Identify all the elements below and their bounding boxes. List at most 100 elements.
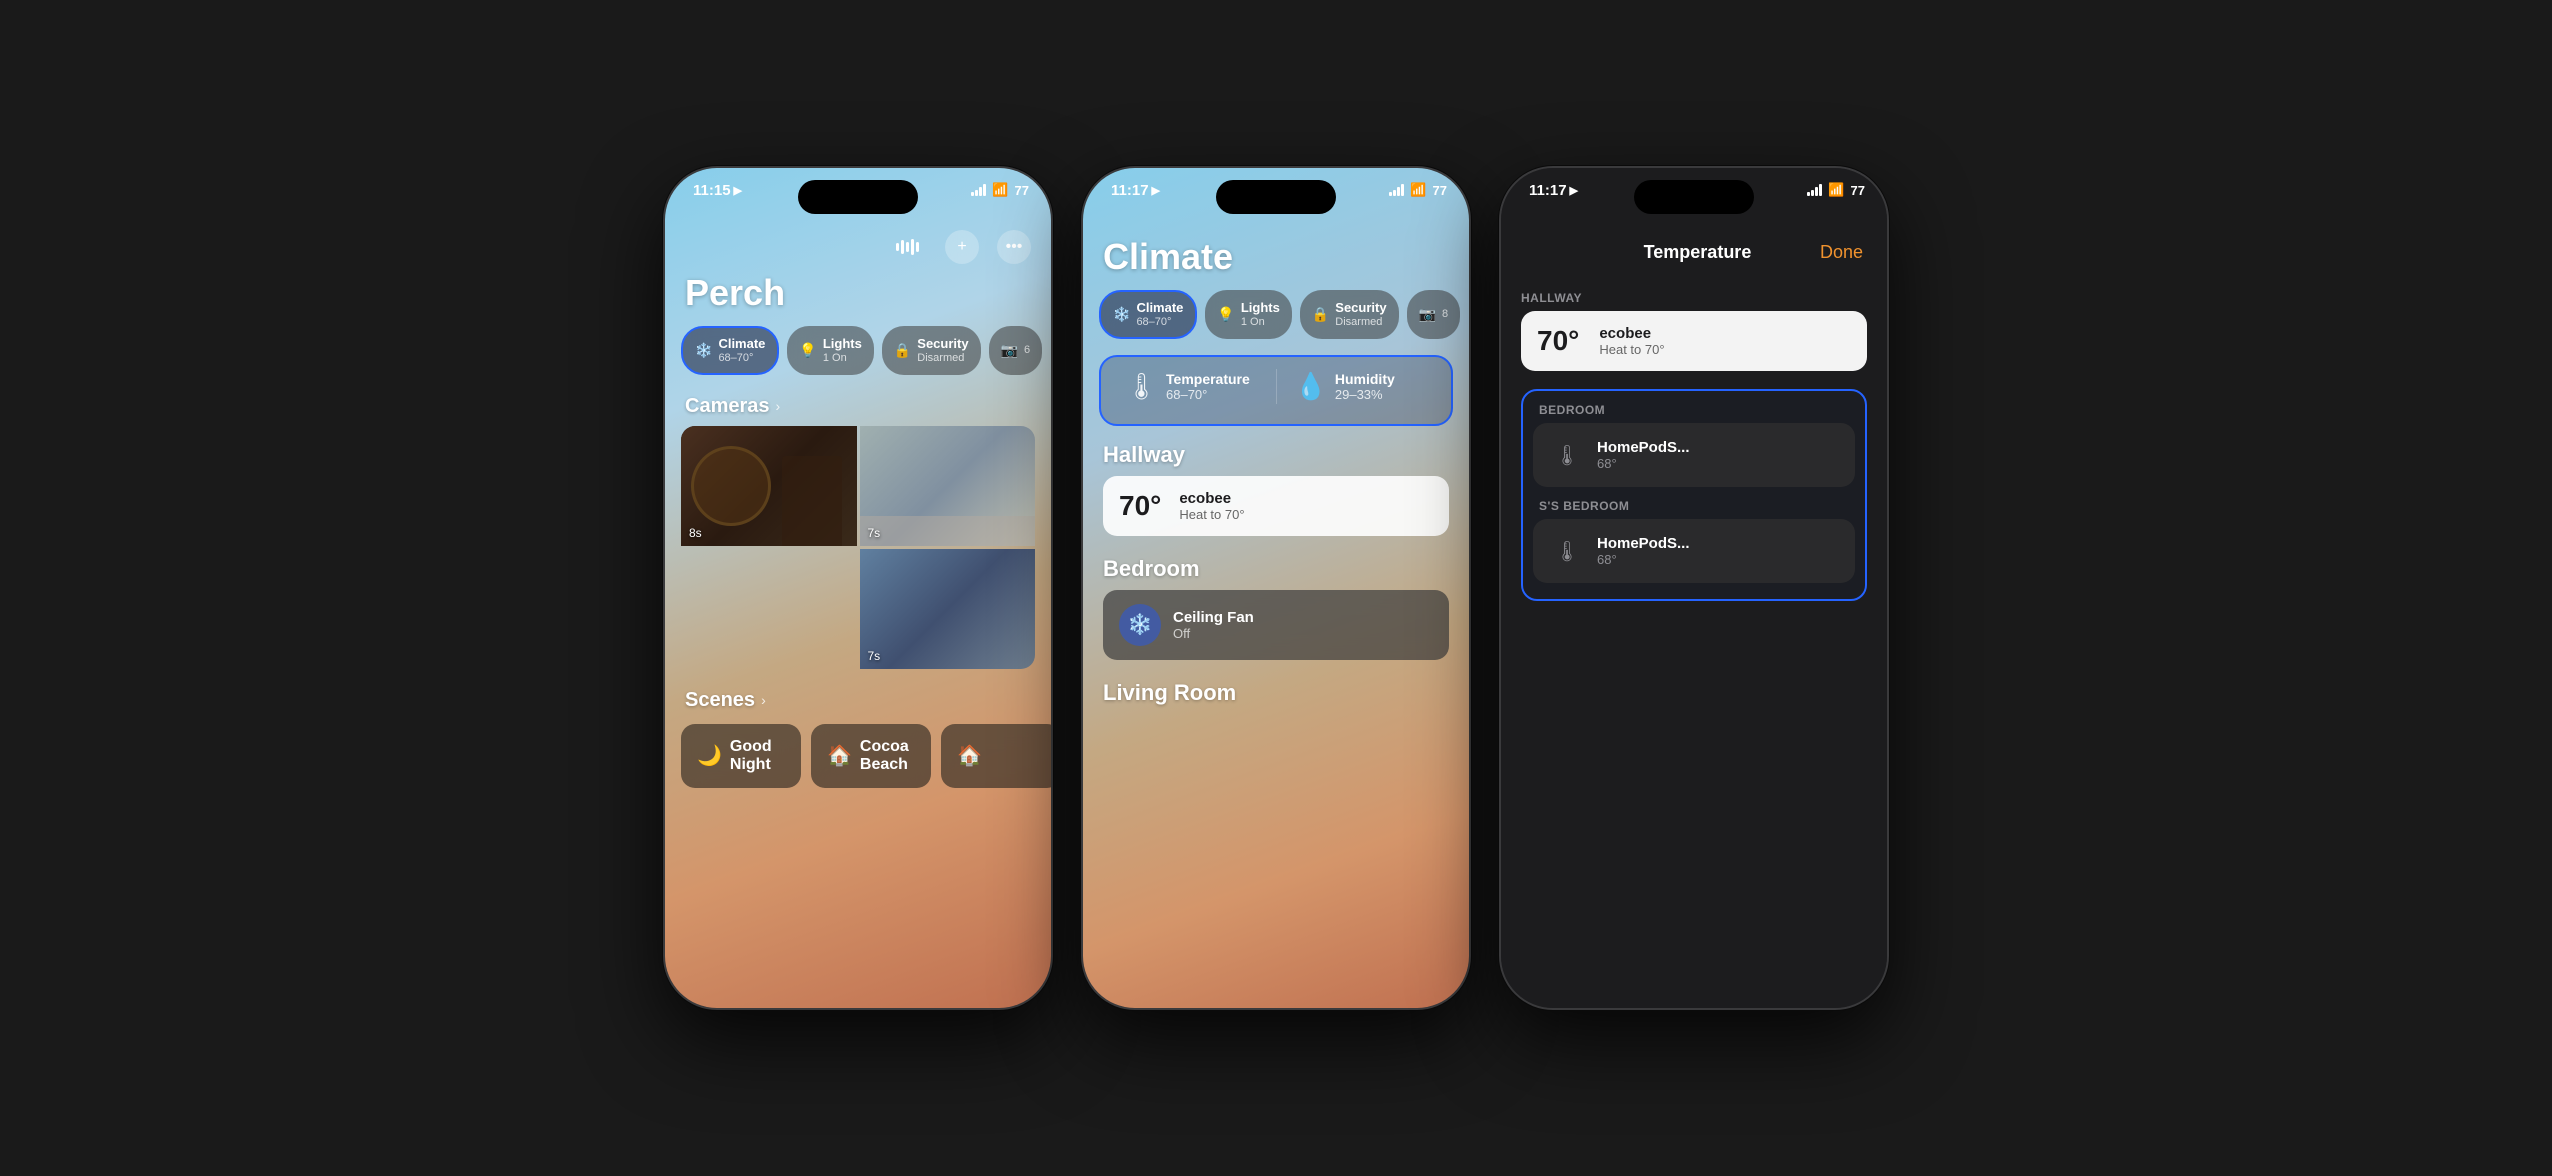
status-time-1: 11:15 ▶ xyxy=(693,182,742,199)
thermometer-icon: 🌡 xyxy=(1125,371,1158,402)
tab-pills-2: ❄️ Climate 68–70° 💡 Lights 1 On 🔒 xyxy=(1083,290,1469,351)
hallway-temp-value: 70° xyxy=(1537,325,1579,357)
status-time-2: 11:17 ▶ xyxy=(1111,182,1160,199)
tab-lights-2[interactable]: 💡 Lights 1 On xyxy=(1205,290,1291,339)
add-button-1[interactable]: + xyxy=(945,230,979,264)
wifi-icon-2: 📶 xyxy=(1410,182,1426,198)
cameras-section-header[interactable]: Cameras › xyxy=(665,387,1051,426)
camera-thumb-0 xyxy=(681,426,857,546)
camera-timer-0: 8s xyxy=(689,526,702,540)
dynamic-island-3 xyxy=(1634,180,1754,214)
waveform-icon[interactable] xyxy=(888,239,927,255)
scene-good-night[interactable]: 🌙 Good Night xyxy=(681,724,801,788)
camera-thumb-2 xyxy=(860,549,1036,669)
phone3-content: Temperature Done HALLWAY 70° ecobee Heat… xyxy=(1501,222,1887,1008)
hallway-title: Hallway xyxy=(1103,442,1449,468)
status-time-3: 11:17 ▶ xyxy=(1529,182,1578,199)
cocoa-beach-label: Cocoa Beach xyxy=(860,738,915,774)
scenes-section-header[interactable]: Scenes › xyxy=(665,681,1051,720)
room-hallway: Hallway 70° ecobee Heat to 70° xyxy=(1083,438,1469,552)
phone1-content: + ••• Perch ❄️ Climate 68–70° 💡 Lights 1 xyxy=(665,222,1051,1008)
wifi-icon-1: 📶 xyxy=(992,182,1008,198)
location-arrow-2: ▶ xyxy=(1152,184,1160,197)
cameras-chevron: › xyxy=(776,398,781,414)
phone-1: 11:15 ▶ 📶 77 xyxy=(663,166,1053,1010)
fan-name: Ceiling Fan xyxy=(1173,609,1254,626)
dynamic-island-1 xyxy=(798,180,918,214)
humidity-value: 29–33% xyxy=(1335,387,1395,402)
battery-1: 77 xyxy=(1015,183,1029,198)
temp-value: 68–70° xyxy=(1166,387,1250,402)
temp-page-title: Temperature xyxy=(1644,242,1752,263)
bedroom-section-label: BEDROOM xyxy=(1523,399,1865,423)
hallway-device-status: Heat to 70° xyxy=(1599,342,1664,357)
ecobee-name: ecobee xyxy=(1179,490,1244,507)
more-button-1[interactable]: ••• xyxy=(997,230,1031,264)
tab-security-1[interactable]: 🔒 Security Disarmed xyxy=(882,326,981,375)
lights-icon-1: 💡 xyxy=(799,342,816,359)
hallway-ecobee-card[interactable]: 70° ecobee Heat to 70° xyxy=(1521,311,1867,371)
camera-cell-0[interactable]: 8s xyxy=(681,426,857,546)
phones-container: 11:15 ▶ 📶 77 xyxy=(643,146,1909,1030)
location-arrow-1: ▶ xyxy=(734,184,742,197)
camera-thumb-1 xyxy=(860,426,1036,546)
fan-status: Off xyxy=(1173,626,1254,641)
good-night-icon: 🌙 xyxy=(697,743,722,768)
subcard-temperature[interactable]: 🌡 Temperature 68–70° xyxy=(1117,361,1266,412)
tab-camera-2[interactable]: 📷 8 xyxy=(1407,290,1461,339)
ecobee-temp: 70° xyxy=(1119,490,1161,522)
room-bedroom: Bedroom ❄️ Ceiling Fan Off xyxy=(1083,552,1469,676)
climate-icon-1: ❄️ xyxy=(695,342,712,359)
location-arrow-3: ▶ xyxy=(1570,184,1578,197)
homepod-icon-1: 🌡 xyxy=(1549,437,1585,473)
signal-bars-3 xyxy=(1807,184,1822,196)
s-bedroom-device-name: HomePodS... xyxy=(1597,535,1690,552)
cameras-title: Cameras xyxy=(685,395,770,418)
extra-scene-icon: 🏠 xyxy=(957,743,982,768)
room-living: Living Room xyxy=(1083,676,1469,722)
bedroom-device-value: 68° xyxy=(1597,456,1690,471)
scenes-title: Scenes xyxy=(685,689,755,712)
living-title: Living Room xyxy=(1103,680,1449,706)
status-right-2: 📶 77 xyxy=(1389,182,1447,198)
security-icon-1: 🔒 xyxy=(894,342,911,359)
ceiling-fan-card[interactable]: ❄️ Ceiling Fan Off xyxy=(1103,590,1449,660)
bedroom-homepod-card[interactable]: 🌡 HomePodS... 68° xyxy=(1533,423,1855,487)
temp-label: Temperature xyxy=(1166,371,1250,387)
scene-extra[interactable]: 🏠 xyxy=(941,724,1051,788)
phone-3: 11:17 ▶ 📶 77 Temperature Done xyxy=(1499,166,1889,1010)
camera-cell-2[interactable]: 7s xyxy=(860,549,1036,669)
bedroom-box: BEDROOM 🌡 HomePodS... 68° S'S BEDROOM 🌡 … xyxy=(1521,389,1867,601)
top-controls-1: + ••• xyxy=(665,222,1051,268)
tab-lights-1[interactable]: 💡 Lights 1 On xyxy=(787,326,873,375)
tab-climate-1[interactable]: ❄️ Climate 68–70° xyxy=(681,326,779,375)
ecobee-card[interactable]: 70° ecobee Heat to 70° xyxy=(1103,476,1449,536)
signal-bars-2 xyxy=(1389,184,1404,196)
status-right-1: 📶 77 xyxy=(971,182,1029,198)
done-button[interactable]: Done xyxy=(1820,242,1863,263)
ecobee-status: Heat to 70° xyxy=(1179,507,1244,522)
fan-icon: ❄️ xyxy=(1119,604,1161,646)
scenes-pills: 🌙 Good Night 🏠 Cocoa Beach 🏠 xyxy=(665,720,1051,800)
hallway-section-label: HALLWAY xyxy=(1521,291,1867,305)
camera-timer-1: 7s xyxy=(868,526,881,540)
phone2-content: Climate ❄️ Climate 68–70° 💡 Lights 1 On xyxy=(1083,222,1469,1008)
humidity-label: Humidity xyxy=(1335,371,1395,387)
camera-grid: 8s 7s 7s xyxy=(681,426,1035,669)
battery-3: 77 xyxy=(1851,183,1865,198)
tab-security-2[interactable]: 🔒 Security Disarmed xyxy=(1300,290,1399,339)
s-bedroom-device-value: 68° xyxy=(1597,552,1690,567)
signal-bars-1 xyxy=(971,184,986,196)
s-bedroom-homepod-card[interactable]: 🌡 HomePodS... 68° xyxy=(1533,519,1855,583)
tab-camera-1[interactable]: 📷 6 xyxy=(989,326,1043,375)
climate-subcards: 🌡 Temperature 68–70° 💧 Humidity 29–33% xyxy=(1099,355,1453,426)
tab-climate-2[interactable]: ❄️ Climate 68–70° xyxy=(1099,290,1197,339)
page-title-1: Perch xyxy=(665,268,1051,326)
subcard-humidity[interactable]: 💧 Humidity 29–33% xyxy=(1287,361,1436,412)
status-right-3: 📶 77 xyxy=(1807,182,1865,198)
bedroom-device-name: HomePodS... xyxy=(1597,439,1690,456)
page-title-2: Climate xyxy=(1083,232,1469,290)
homepod-icon-2: 🌡 xyxy=(1549,533,1585,569)
scene-cocoa-beach[interactable]: 🏠 Cocoa Beach xyxy=(811,724,931,788)
camera-cell-1[interactable]: 7s xyxy=(860,426,1036,546)
